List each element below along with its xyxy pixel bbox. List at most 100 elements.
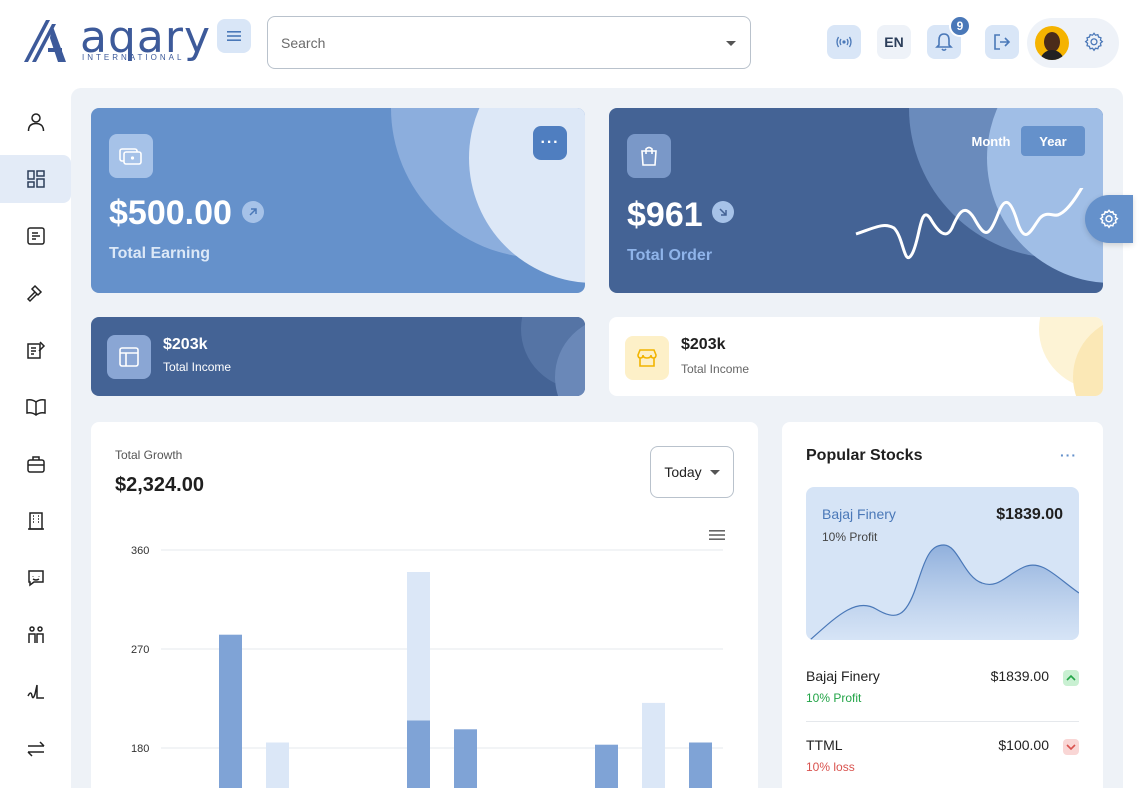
featured-stock-name: Bajaj Finery bbox=[822, 506, 896, 522]
table-icon bbox=[118, 346, 140, 368]
search-dropdown-caret-icon[interactable] bbox=[726, 41, 736, 46]
people-icon bbox=[26, 625, 46, 645]
stock-price: $100.00 bbox=[998, 737, 1049, 753]
sidebar-item-contracts[interactable] bbox=[0, 668, 71, 716]
y-tick-label: 360 bbox=[131, 545, 149, 557]
stock-row[interactable]: Bajaj Finery 10% Profit $1839.00 bbox=[806, 668, 1079, 728]
logout-button[interactable] bbox=[985, 25, 1019, 59]
settings-gear-icon bbox=[1098, 208, 1120, 230]
earning-label: Total Earning bbox=[109, 245, 210, 263]
wallet-icon bbox=[119, 146, 143, 166]
chevron-down-icon bbox=[1063, 739, 1079, 755]
earning-options-button[interactable]: ··· bbox=[533, 126, 567, 160]
wallet-icon-tile bbox=[109, 134, 153, 178]
featured-stock-price: $1839.00 bbox=[996, 506, 1063, 524]
stock-row[interactable]: TTML 10% loss $100.00 bbox=[806, 737, 1079, 788]
income-label: Total Income bbox=[163, 360, 231, 374]
logo[interactable]: aqary INTERNATIONAL bbox=[22, 16, 212, 66]
sidebar bbox=[0, 88, 71, 777]
stocks-title: Popular Stocks bbox=[806, 447, 922, 465]
chart-bar[interactable] bbox=[454, 729, 477, 788]
featured-stock[interactable]: Bajaj Finery 10% Profit $1839.00 bbox=[806, 487, 1079, 640]
shopping-bag-icon-tile bbox=[627, 134, 671, 178]
user-icon bbox=[26, 112, 46, 132]
main-content: ··· $500.00 Total Earning Month Year $96… bbox=[71, 88, 1123, 788]
featured-stock-sub: 10% Profit bbox=[822, 530, 877, 544]
table-icon-tile bbox=[107, 335, 151, 379]
sidebar-item-profile[interactable] bbox=[0, 98, 71, 146]
settings-float-button[interactable] bbox=[1085, 195, 1133, 243]
sidebar-item-transactions[interactable] bbox=[0, 725, 71, 773]
sidebar-item-tasks[interactable] bbox=[0, 326, 71, 374]
chart-bar[interactable] bbox=[642, 703, 665, 788]
year-toggle[interactable]: Year bbox=[1021, 126, 1085, 156]
hamburger-icon bbox=[226, 29, 242, 43]
sidebar-item-people[interactable] bbox=[0, 611, 71, 659]
chart-bar[interactable] bbox=[266, 743, 289, 788]
total-income-card-light: $203k Total Income bbox=[609, 317, 1103, 396]
decor-circle bbox=[469, 108, 585, 283]
sidebar-item-legal[interactable] bbox=[0, 269, 71, 317]
signature-icon bbox=[26, 682, 46, 702]
total-order-card: Month Year $961 Total Order bbox=[609, 108, 1103, 293]
broadcast-icon bbox=[835, 35, 853, 49]
total-growth-card: Total Growth $2,324.00 Today 360270180 bbox=[91, 422, 758, 788]
earning-amount: $500.00 bbox=[109, 194, 232, 233]
sidebar-item-messages[interactable] bbox=[0, 554, 71, 602]
y-tick-label: 270 bbox=[131, 644, 149, 656]
chart-bar[interactable] bbox=[689, 743, 712, 788]
language-button[interactable]: EN bbox=[877, 25, 911, 59]
building-icon bbox=[26, 511, 46, 531]
stock-name: TTML bbox=[806, 737, 843, 753]
clipboard-edit-icon bbox=[26, 340, 46, 360]
sidebar-item-properties[interactable] bbox=[0, 497, 71, 545]
stocks-options-button[interactable]: ··· bbox=[1060, 447, 1077, 463]
notification-count-badge: 9 bbox=[949, 15, 971, 37]
sidebar-item-documents[interactable] bbox=[0, 212, 71, 260]
total-income-card-dark: $203k Total Income bbox=[91, 317, 585, 396]
avatar-body-shape bbox=[1040, 50, 1064, 60]
divider bbox=[806, 721, 1079, 722]
order-sparkline bbox=[854, 188, 1089, 268]
gavel-icon bbox=[26, 283, 46, 303]
menu-toggle-button[interactable] bbox=[217, 19, 251, 53]
y-tick-label: 180 bbox=[131, 743, 149, 755]
income-amount: $203k bbox=[163, 336, 208, 354]
search-input[interactable] bbox=[281, 31, 701, 55]
storefront-icon bbox=[636, 347, 658, 369]
dashboard-icon bbox=[26, 169, 46, 189]
logo-mark-icon bbox=[22, 16, 78, 64]
bell-icon bbox=[935, 32, 953, 52]
income-amount: $203k bbox=[681, 336, 726, 354]
chart-bar-stacked[interactable] bbox=[407, 572, 430, 721]
avatar[interactable] bbox=[1035, 26, 1069, 60]
broadcast-button[interactable] bbox=[827, 25, 861, 59]
storefront-icon-tile bbox=[625, 336, 669, 380]
chevron-up-icon bbox=[1063, 670, 1079, 686]
chart-bar[interactable] bbox=[219, 635, 242, 788]
chart-bar[interactable] bbox=[595, 745, 618, 788]
logo-tagline: INTERNATIONAL bbox=[82, 53, 184, 62]
settings-gear-icon[interactable] bbox=[1083, 31, 1105, 53]
stock-name: Bajaj Finery bbox=[806, 668, 880, 684]
month-toggle[interactable]: Month bbox=[959, 126, 1023, 156]
shopping-bag-icon bbox=[639, 145, 659, 167]
stock-sub: 10% loss bbox=[806, 760, 855, 774]
sidebar-item-dashboard[interactable] bbox=[0, 155, 71, 203]
search-box[interactable] bbox=[267, 16, 751, 69]
trend-up-icon bbox=[242, 201, 264, 223]
avatar-face-shape bbox=[1044, 32, 1060, 52]
popular-stocks-card: Popular Stocks ··· Bajaj Finery 10% Prof… bbox=[782, 422, 1103, 788]
sidebar-item-jobs[interactable] bbox=[0, 440, 71, 488]
book-icon bbox=[26, 397, 46, 417]
sidebar-item-library[interactable] bbox=[0, 383, 71, 431]
profile-menu[interactable] bbox=[1027, 18, 1119, 68]
stock-sub: 10% Profit bbox=[806, 691, 861, 705]
transfer-icon bbox=[26, 739, 46, 759]
income-label: Total Income bbox=[681, 362, 749, 376]
order-amount: $961 bbox=[627, 196, 703, 235]
logout-icon bbox=[992, 33, 1012, 51]
order-label: Total Order bbox=[627, 247, 712, 265]
chart-bar[interactable] bbox=[407, 721, 430, 788]
document-list-icon bbox=[26, 226, 46, 246]
